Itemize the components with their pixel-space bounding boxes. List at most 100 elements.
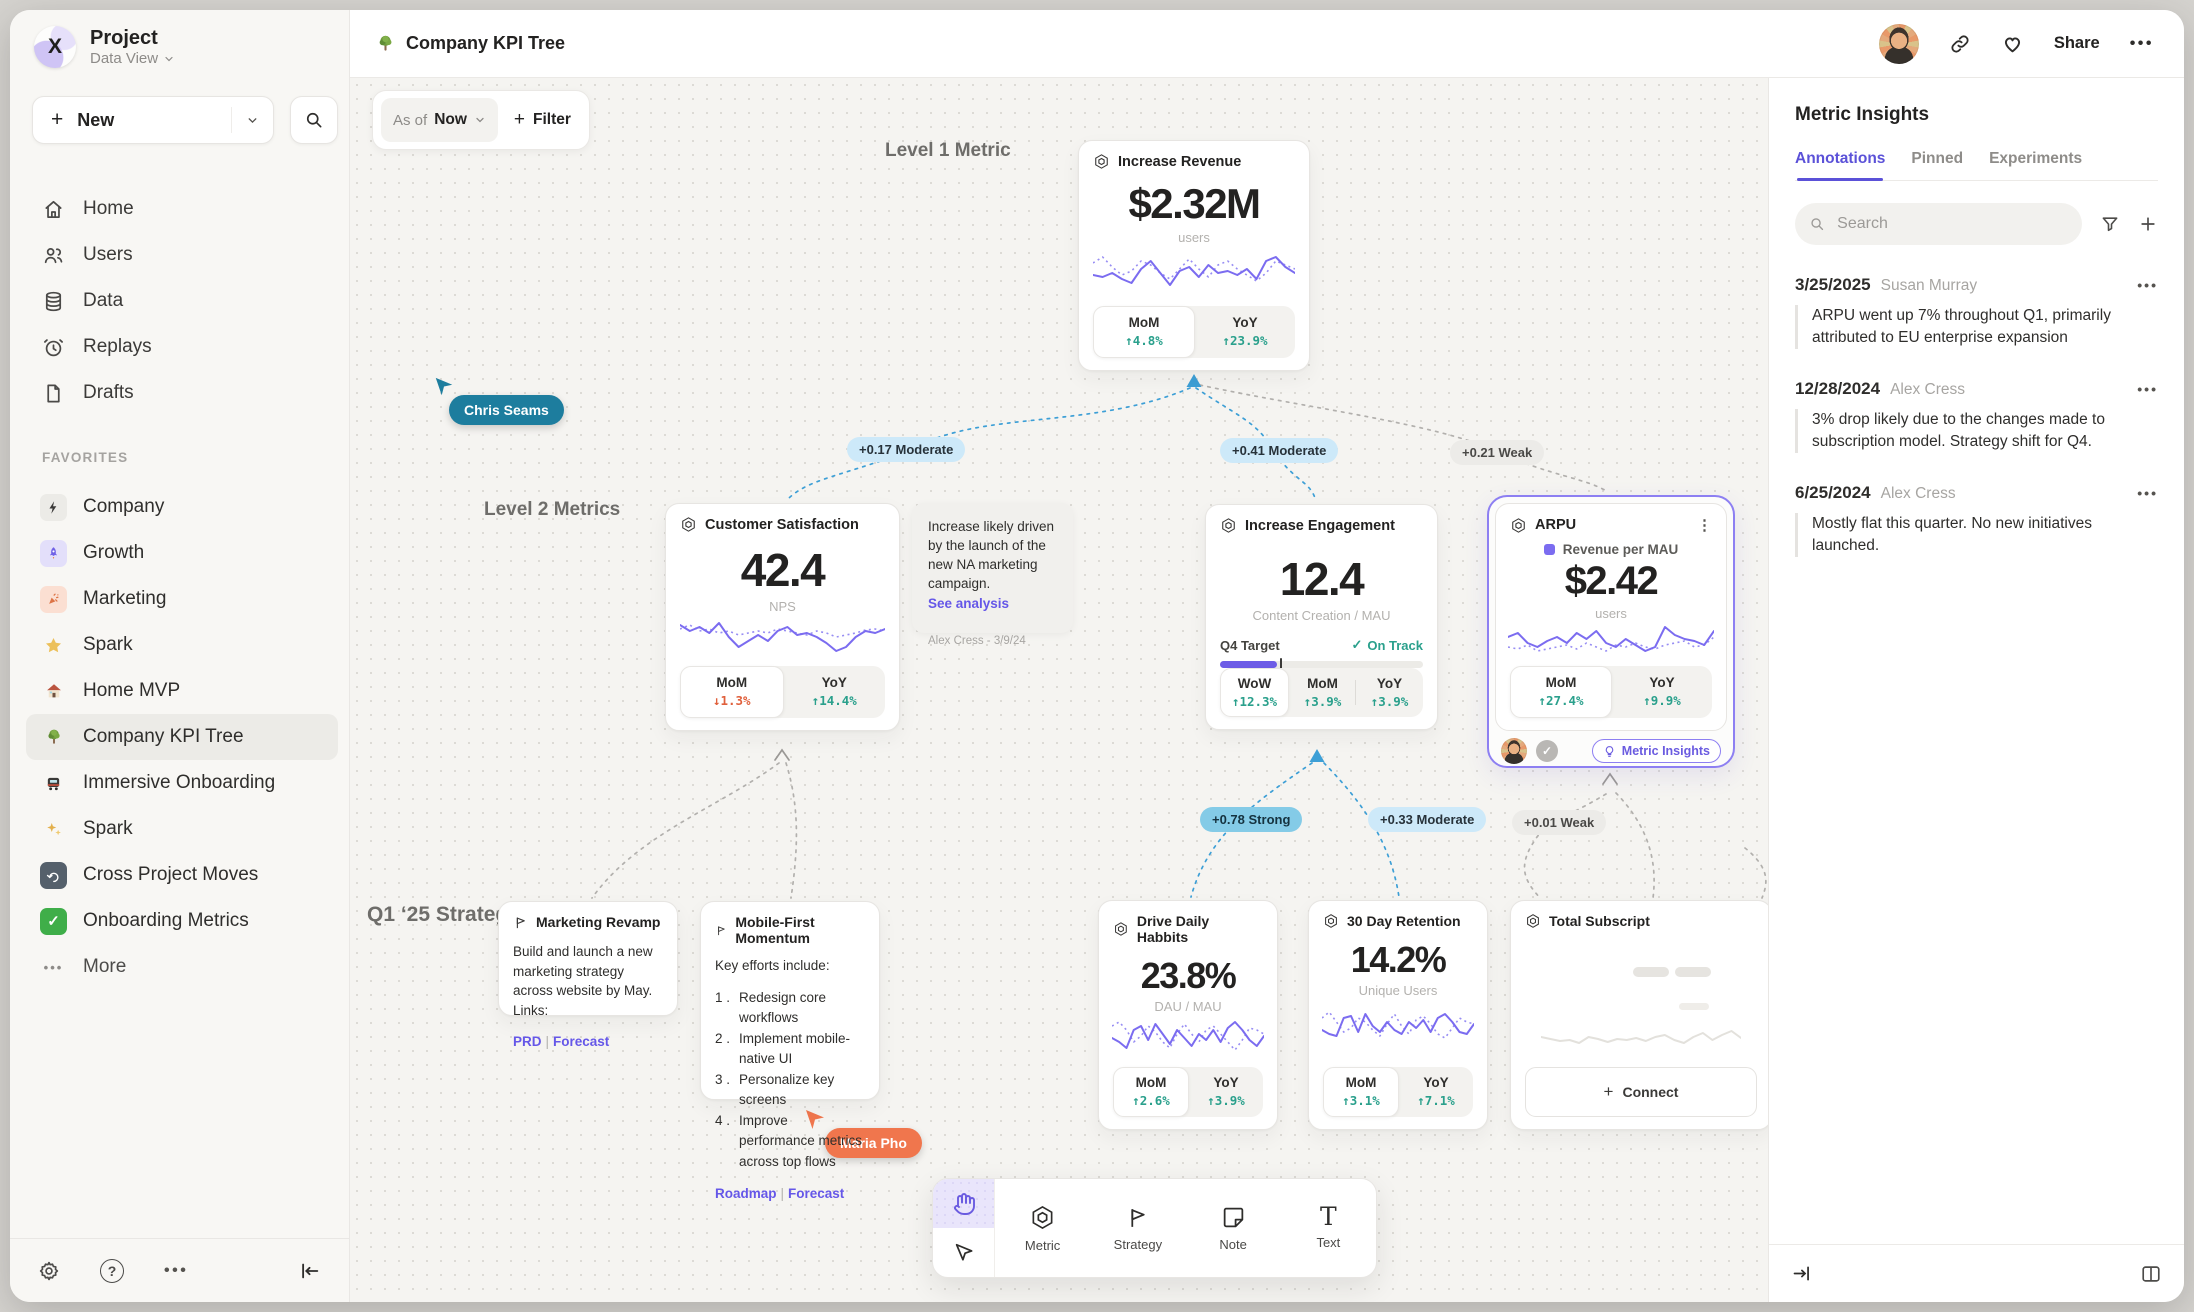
sidebar-item-marketing[interactable]: Marketing [26, 576, 338, 622]
on-track-status: ✓ On Track [1351, 637, 1423, 653]
metric-card-total-subscriptions[interactable]: Total Subscript + Connect [1510, 900, 1768, 1130]
split-view-icon[interactable] [2140, 1263, 2162, 1285]
sidebar-item-drafts[interactable]: Drafts [26, 370, 338, 416]
text-tool[interactable]: T Text [1281, 1179, 1376, 1277]
stat-chip-yoy[interactable]: YoY ↑23.9% [1195, 306, 1295, 358]
strategy-tool[interactable]: Strategy [1090, 1179, 1185, 1277]
share-button[interactable]: Share [2054, 34, 2100, 53]
metric-tool[interactable]: Metric [995, 1179, 1090, 1277]
annotation-menu-icon[interactable]: ••• [2137, 277, 2158, 293]
sidebar-item-more[interactable]: ••• More [26, 944, 338, 990]
text-icon: T [1320, 1206, 1337, 1228]
tab-pinned[interactable]: Pinned [1911, 150, 1963, 180]
filter-funnel-icon[interactable] [2100, 214, 2120, 234]
user-avatar[interactable] [1879, 24, 1919, 64]
collapse-sidebar-icon[interactable] [299, 1260, 321, 1282]
sidebar-item-onboarding-metrics[interactable]: ✓ Onboarding Metrics [26, 898, 338, 944]
project-view-dropdown[interactable]: Data View [90, 50, 175, 67]
see-analysis-link[interactable]: See analysis [928, 594, 1057, 613]
canvas-toolbar: Metric Strategy Note T Text [932, 1178, 1377, 1278]
sidebar-item-growth[interactable]: Growth [26, 530, 338, 576]
search-icon [1809, 215, 1825, 233]
annotations-search[interactable] [1795, 203, 2082, 245]
metric-insights-button[interactable]: Metric Insights [1592, 739, 1721, 763]
favorite-heart-icon[interactable] [2001, 32, 2024, 55]
verified-check-icon: ✓ [1536, 740, 1558, 762]
tree-icon [376, 34, 395, 53]
metric-card-30-day-retention[interactable]: 30 Day Retention 14.2% Unique Users MoM … [1308, 900, 1488, 1130]
hand-tool[interactable] [933, 1179, 994, 1228]
strategy-flag-icon [1125, 1205, 1150, 1230]
forecast-link[interactable]: Forecast [553, 1034, 609, 1049]
roadmap-link[interactable]: Roadmap [715, 1186, 777, 1201]
legend-swatch [1544, 544, 1555, 555]
level-1-label: Level 1 Metric [885, 140, 1011, 162]
sidebar-item-spark-2[interactable]: Spark [26, 806, 338, 852]
help-icon[interactable]: ? [100, 1259, 124, 1283]
new-dropdown-chevron[interactable] [231, 107, 273, 133]
stat-chip-wow[interactable]: WoW ↑12.3% [1220, 668, 1289, 717]
strategy-card-mobile-first-momentum[interactable]: Mobile-First Momentum Key efforts includ… [700, 901, 880, 1100]
settings-gear-icon[interactable] [38, 1260, 60, 1282]
ellipsis-icon: ••• [40, 954, 67, 981]
annotation-menu-icon[interactable]: ••• [2137, 381, 2158, 397]
cursor-arrow-icon [433, 376, 455, 398]
strategy-card-marketing-revamp[interactable]: Marketing Revamp Build and launch a new … [498, 901, 678, 1016]
tab-annotations[interactable]: Annotations [1795, 150, 1885, 180]
note-icon [1221, 1205, 1246, 1230]
tab-experiments[interactable]: Experiments [1989, 150, 2082, 180]
canvas-note[interactable]: Increase likely driven by the launch of … [912, 503, 1073, 633]
sidebar-item-data[interactable]: Data [26, 278, 338, 324]
sidebar-item-immersive-onboarding[interactable]: Immersive Onboarding [26, 760, 338, 806]
annotation-text: Mostly flat this quarter. No new initiat… [1795, 513, 2158, 557]
annotation-menu-icon[interactable]: ••• [2137, 485, 2158, 501]
sidebar-item-users[interactable]: Users [26, 232, 338, 278]
as-of-dropdown[interactable]: As ofNow [381, 98, 498, 142]
stat-chip-yoy[interactable]: YoY ↑3.9% [1189, 1067, 1263, 1117]
select-tool[interactable] [933, 1228, 994, 1277]
metric-card-customer-satisfaction[interactable]: Customer Satisfaction 42.4 NPS MoM ↓1.3%… [665, 503, 900, 731]
annotation-date: 6/25/2024 [1795, 483, 1871, 503]
metric-hexagon-icon [1113, 921, 1129, 937]
filter-button[interactable]: + Filter [514, 109, 571, 131]
stat-chip-mom[interactable]: MoM ↑27.4% [1510, 666, 1612, 718]
stat-chip-yoy[interactable]: YoY ↑3.9% [1356, 668, 1423, 717]
kpi-tree-canvas[interactable]: As ofNow + Filter Level 1 Metric Level 2… [350, 78, 1768, 1302]
collapse-panel-icon[interactable] [1791, 1263, 1812, 1284]
metric-card-drive-daily-habbits[interactable]: Drive Daily Habbits 23.8% DAU / MAU MoM … [1098, 900, 1278, 1130]
project-switcher[interactable]: X Project Data View [34, 26, 175, 68]
sidebar-item-home-mvp[interactable]: Home MVP [26, 668, 338, 714]
metric-card-arpu-selected[interactable]: ARPU ⋮ Revenue per MAU $2.42 users MoM ↑… [1487, 495, 1735, 768]
annotation-entry: 6/25/2024 Alex Cress ••• Mostly flat thi… [1795, 483, 2158, 557]
prd-link[interactable]: PRD [513, 1034, 542, 1049]
forecast-link[interactable]: Forecast [788, 1186, 844, 1201]
stat-chip-mom[interactable]: MoM ↑3.1% [1323, 1067, 1399, 1117]
chevron-down-icon [246, 114, 259, 127]
metric-card-increase-revenue[interactable]: Increase Revenue $2.32M users MoM ↑4.8% … [1078, 140, 1310, 371]
more-menu-icon[interactable]: ••• [2130, 35, 2154, 53]
sidebar-item-company-kpi-tree[interactable]: Company KPI Tree [26, 714, 338, 760]
more-options-icon[interactable]: ••• [164, 1262, 188, 1280]
metric-card-arpu[interactable]: ARPU ⋮ Revenue per MAU $2.42 users MoM ↑… [1495, 503, 1727, 731]
stat-chip-yoy[interactable]: YoY ↑14.4% [784, 666, 886, 718]
stat-chip-mom[interactable]: MoM ↓1.3% [680, 666, 784, 718]
sidebar-search-button[interactable] [290, 96, 338, 144]
stat-chip-yoy[interactable]: YoY ↑9.9% [1612, 666, 1712, 718]
stat-chip-yoy[interactable]: YoY ↑7.1% [1399, 1067, 1473, 1117]
add-annotation-icon[interactable] [2138, 214, 2158, 234]
search-input[interactable] [1835, 214, 2068, 234]
stat-chip-mom[interactable]: MoM ↑3.9% [1289, 668, 1356, 717]
card-menu-icon[interactable]: ⋮ [1697, 516, 1712, 534]
stat-chip-mom[interactable]: MoM ↑2.6% [1113, 1067, 1189, 1117]
new-button[interactable]: + New [32, 96, 274, 144]
note-tool[interactable]: Note [1186, 1179, 1281, 1277]
metric-card-increase-engagement[interactable]: Increase Engagement 12.4 Content Creatio… [1205, 504, 1438, 730]
sidebar-item-company[interactable]: Company [26, 484, 338, 530]
sidebar-item-spark[interactable]: Spark [26, 622, 338, 668]
sidebar-item-replays[interactable]: Replays [26, 324, 338, 370]
stat-chip-mom[interactable]: MoM ↑4.8% [1093, 306, 1195, 358]
sidebar-item-cross-project-moves[interactable]: Cross Project Moves [26, 852, 338, 898]
copy-link-icon[interactable] [1949, 33, 1971, 55]
connect-button[interactable]: + Connect [1525, 1067, 1757, 1117]
sidebar-item-home[interactable]: Home [26, 186, 338, 232]
